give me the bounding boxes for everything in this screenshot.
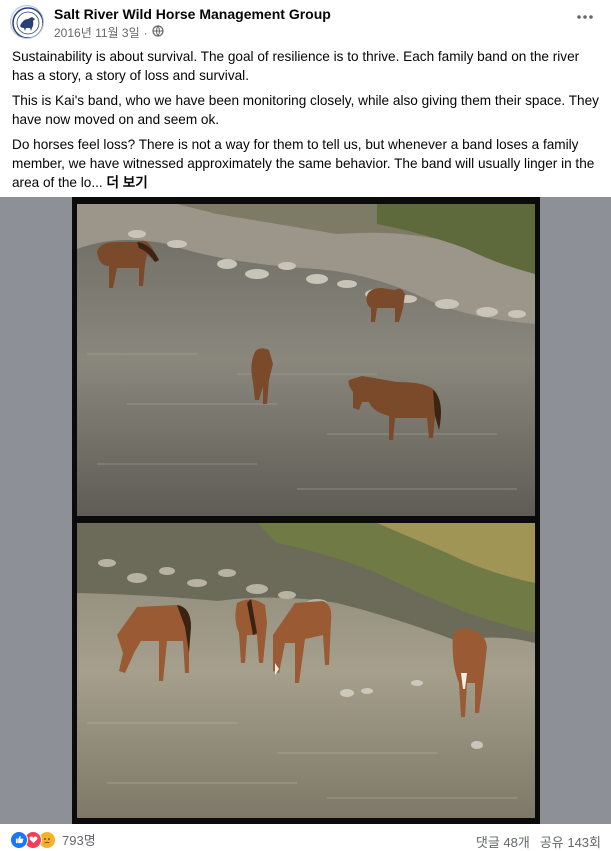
post-paragraph-text: Do horses feel loss? There is not a way … <box>12 137 595 190</box>
post-paragraph: This is Kai's band, who we have been mon… <box>12 93 599 127</box>
post-text: Sustainability is about survival. The go… <box>12 47 602 198</box>
post-paragraph: Do horses feel loss? There is not a way … <box>12 135 602 192</box>
post-header: Salt River Wild Horse Management Group 2… <box>0 0 611 44</box>
post-meta: 2016년 11월 3일 · <box>54 24 164 41</box>
post-footer: 793명 댓글 48개 공유 143회 <box>0 824 611 851</box>
page-avatar[interactable] <box>10 5 44 39</box>
post-date[interactable]: 2016년 11월 3일 <box>54 24 140 41</box>
post-paragraph: Sustainability is about survival. The go… <box>12 49 580 83</box>
like-icon <box>10 830 28 849</box>
see-more-link[interactable]: 더 보기 <box>106 175 147 190</box>
photo-area <box>0 197 611 824</box>
reactions-summary[interactable]: 793명 <box>10 830 96 849</box>
post-stats: 댓글 48개 공유 143회 <box>476 832 601 851</box>
post-photo-2[interactable] <box>77 523 535 818</box>
post-photo-1[interactable] <box>77 204 535 516</box>
comments-count[interactable]: 댓글 48개 <box>476 832 530 851</box>
meta-separator: · <box>143 25 148 40</box>
globe-icon <box>152 25 164 40</box>
more-options-icon[interactable] <box>573 8 597 32</box>
page-name-link[interactable]: Salt River Wild Horse Management Group <box>54 6 331 22</box>
reaction-count[interactable]: 793명 <box>62 830 96 849</box>
photo-frame <box>72 197 540 824</box>
shares-count[interactable]: 공유 143회 <box>540 832 601 851</box>
